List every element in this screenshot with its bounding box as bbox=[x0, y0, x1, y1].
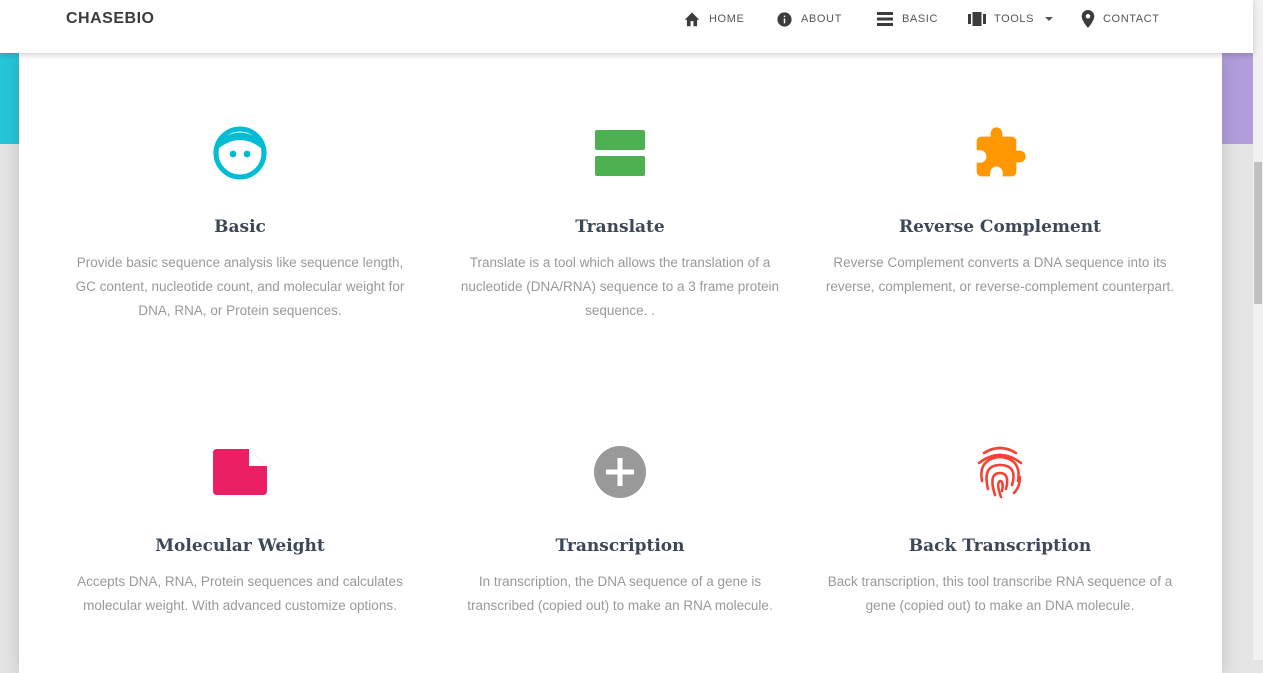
features-card: Basic Provide basic sequence analysis li… bbox=[19, 53, 1222, 673]
view-agenda-icon bbox=[595, 130, 645, 176]
feature-title: Back Transcription bbox=[908, 536, 1092, 556]
nav-basic-label: BASIC bbox=[902, 13, 939, 25]
feature-transcription[interactable]: Transcription In transcription, the DNA … bbox=[445, 442, 795, 618]
brand-logo[interactable]: CHASEBIO bbox=[66, 10, 154, 28]
nav-contact-label: CONTACT bbox=[1103, 13, 1160, 25]
feature-description: Accepts DNA, RNA, Protein sequences and … bbox=[77, 574, 403, 613]
feature-title: Molecular Weight bbox=[155, 536, 325, 556]
feature-basic[interactable]: Basic Provide basic sequence analysis li… bbox=[65, 123, 415, 323]
chevron-down-icon bbox=[1045, 17, 1054, 21]
nav-contact[interactable]: CONTACT bbox=[1081, 10, 1160, 28]
scrollbar-thumb[interactable] bbox=[1254, 162, 1262, 304]
nav-tools-dropdown[interactable]: TOOLS bbox=[968, 10, 1054, 28]
feature-molecular-weight[interactable]: Molecular Weight Accepts DNA, RNA, Prote… bbox=[65, 442, 415, 618]
feature-back-transcription[interactable]: Back Transcription Back transcription, t… bbox=[825, 442, 1175, 618]
nav-home-label: HOME bbox=[709, 13, 745, 25]
feature-description: Back transcription, this tool transcribe… bbox=[827, 574, 1173, 613]
feature-description: Provide basic sequence analysis like seq… bbox=[75, 255, 405, 318]
nav-about-label: ABOUT bbox=[801, 13, 842, 25]
feature-description: Translate is a tool which allows the tra… bbox=[460, 255, 780, 318]
list-icon bbox=[877, 12, 893, 26]
add-circle-icon bbox=[594, 446, 646, 498]
puzzle-icon bbox=[976, 127, 1026, 177]
location-pin-icon bbox=[1081, 10, 1095, 28]
page-scrollbar[interactable] bbox=[1253, 0, 1263, 660]
top-navbar: CHASEBIO HOME ABOUT BASIC TOOLS CONTACT bbox=[0, 0, 1253, 53]
feature-translate[interactable]: Translate Translate is a tool which allo… bbox=[445, 123, 795, 323]
info-icon bbox=[777, 11, 792, 27]
nav-tools-label: TOOLS bbox=[994, 13, 1035, 25]
note-icon bbox=[213, 449, 267, 495]
nav-basic[interactable]: BASIC bbox=[876, 10, 938, 28]
feature-reverse-complement[interactable]: Reverse Complement Reverse Complement co… bbox=[825, 123, 1175, 299]
nav-home[interactable]: HOME bbox=[683, 10, 744, 28]
feature-title: Basic bbox=[214, 217, 266, 237]
fingerprint-icon bbox=[977, 446, 1023, 499]
feature-title: Transcription bbox=[555, 536, 685, 556]
nav-about[interactable]: ABOUT bbox=[776, 10, 842, 28]
view-array-icon bbox=[968, 12, 986, 26]
home-icon bbox=[684, 12, 700, 27]
feature-description: In transcription, the DNA sequence of a … bbox=[467, 574, 773, 613]
face-icon bbox=[213, 126, 267, 180]
feature-title: Reverse Complement bbox=[899, 217, 1101, 237]
feature-description: Reverse Complement converts a DNA sequen… bbox=[825, 255, 1175, 294]
feature-title: Translate bbox=[575, 217, 665, 237]
